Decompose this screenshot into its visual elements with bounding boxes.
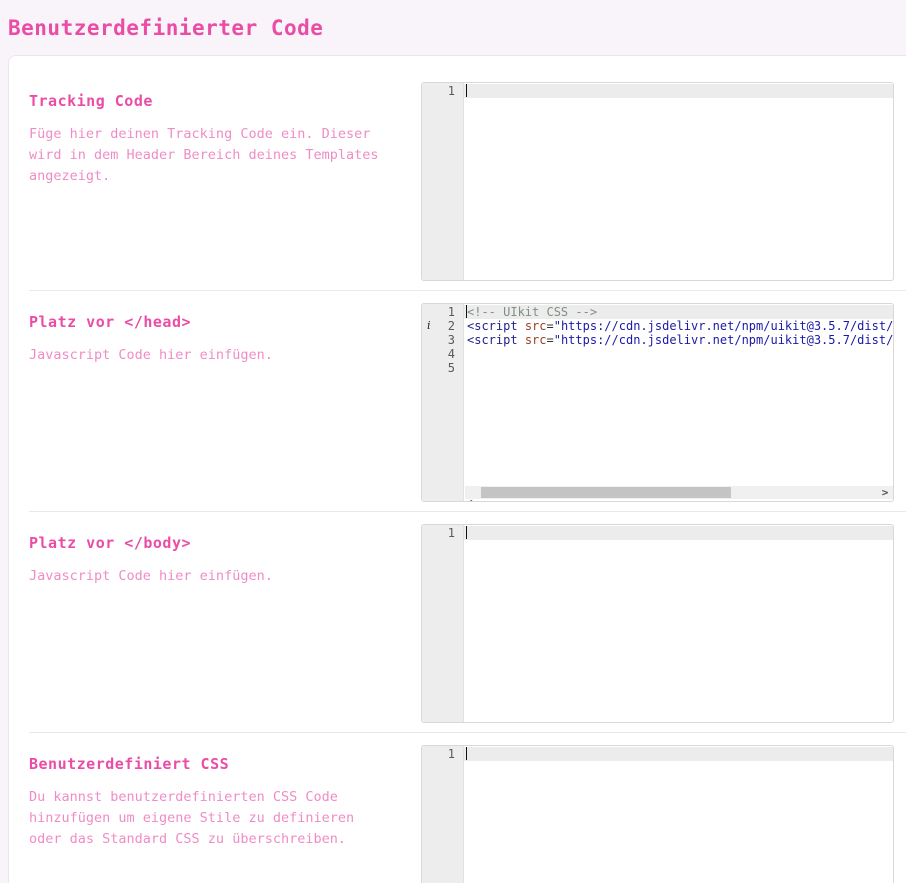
- section-description: Javascript Code hier einfügen.: [29, 566, 391, 587]
- code-line: <!-- UIkit CSS -->: [465, 305, 893, 319]
- code-token: [518, 319, 525, 333]
- section-description: Du kannst benutzerdefinierten CSS Code h…: [29, 787, 391, 850]
- section-description: Javascript Code hier einfügen.: [29, 345, 391, 366]
- section-divider: [29, 732, 906, 733]
- code-line: [465, 361, 893, 375]
- section-row-tracking-code: Tracking Code Füge hier deinen Tracking …: [29, 82, 906, 281]
- code-token: <script: [467, 319, 518, 333]
- section-heading: Tracking Code: [29, 92, 391, 110]
- code-token: =: [547, 333, 554, 347]
- code-editor-custom-css[interactable]: 1: [421, 745, 894, 883]
- horizontal-scrollbar[interactable]: <>: [465, 486, 893, 499]
- line-number: 3: [422, 333, 463, 347]
- code-line: [465, 84, 893, 98]
- line-number: 1: [422, 526, 463, 540]
- section-row-before-body: Platz vor </body> Javascript Code hier e…: [29, 524, 906, 723]
- code-token: src: [525, 319, 547, 333]
- line-number: 2i: [422, 319, 463, 333]
- section-heading: Platz vor </body>: [29, 534, 391, 552]
- code-line: [465, 347, 893, 361]
- text-cursor: [466, 84, 467, 97]
- line-number: 1: [422, 747, 463, 761]
- text-cursor: [466, 747, 467, 760]
- code-token: =: [547, 319, 554, 333]
- editor-gutter: 1: [422, 525, 464, 722]
- code-token: "https://cdn.jsdelivr.net/npm/uikit@3.5.…: [554, 319, 893, 333]
- scroll-right-arrow[interactable]: >: [878, 486, 892, 499]
- section-description: Füge hier deinen Tracking Code ein. Dies…: [29, 124, 391, 187]
- section-row-custom-css: Benutzerdefiniert CSS Du kannst benutzer…: [29, 745, 906, 883]
- code-editor-tracking-code[interactable]: 1: [421, 82, 894, 281]
- line-number: 5: [422, 361, 463, 375]
- line-number: 4: [422, 347, 463, 361]
- line-number: 1: [422, 305, 463, 319]
- code-editor-before-head[interactable]: 12i345<!-- UIkit CSS --><script src="htt…: [421, 303, 894, 502]
- editor-gutter: 12i345: [422, 304, 464, 501]
- code-editor-before-body[interactable]: 1: [421, 524, 894, 723]
- editor-content[interactable]: [465, 526, 893, 722]
- lint-info-marker: i: [427, 319, 431, 333]
- editor-content[interactable]: <!-- UIkit CSS --><script src="https://c…: [465, 305, 893, 501]
- page-title: Benutzerdefinierter Code: [0, 0, 906, 42]
- code-line: [465, 526, 893, 540]
- section-heading: Platz vor </head>: [29, 313, 391, 331]
- code-line: [465, 747, 893, 761]
- code-token: [518, 333, 525, 347]
- code-line: <script src="https://cdn.jsdelivr.net/np…: [465, 333, 893, 347]
- editor-gutter: 1: [422, 746, 464, 883]
- editor-content[interactable]: [465, 747, 893, 883]
- section-divider: [29, 511, 906, 512]
- scroll-thumb[interactable]: [481, 487, 731, 498]
- line-number: 1: [422, 84, 463, 98]
- editor-content[interactable]: [465, 84, 893, 280]
- text-cursor: [466, 526, 467, 539]
- section-row-before-head: Platz vor </head> Javascript Code hier e…: [29, 303, 906, 502]
- code-token: <script: [467, 333, 518, 347]
- code-line: <script src="https://cdn.jsdelivr.net/np…: [465, 319, 893, 333]
- code-token: "https://cdn.jsdelivr.net/npm/uikit@3.5.…: [554, 333, 893, 347]
- text-cursor: [466, 305, 467, 318]
- section-heading: Benutzerdefiniert CSS: [29, 755, 391, 773]
- section-divider: [29, 290, 906, 291]
- code-token: <!-- UIkit CSS -->: [467, 305, 597, 319]
- settings-card: Tracking Code Füge hier deinen Tracking …: [8, 55, 906, 883]
- editor-gutter: 1: [422, 83, 464, 280]
- code-token: src: [525, 333, 547, 347]
